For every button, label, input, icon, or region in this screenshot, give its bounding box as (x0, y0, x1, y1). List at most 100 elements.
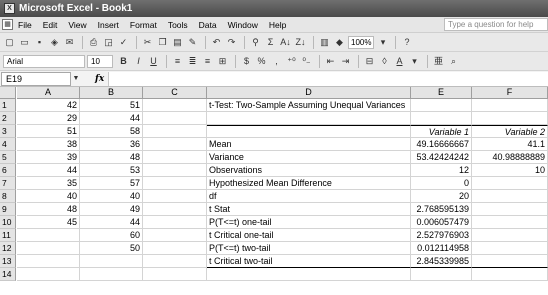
ask-question-input[interactable]: Type a question for help (444, 18, 548, 31)
row-header-12[interactable]: 12 (0, 242, 16, 255)
cell-f12[interactable] (472, 242, 548, 255)
formula-input[interactable] (108, 72, 548, 86)
cell-b5[interactable]: 48 (80, 151, 143, 164)
cell-c11[interactable] (143, 229, 207, 242)
autosum-icon[interactable]: Σ (264, 36, 277, 49)
cell-d9[interactable]: t Stat (207, 203, 411, 216)
cell-a1[interactable]: 42 (17, 99, 80, 112)
percent-button[interactable]: % (255, 55, 268, 68)
row-header-9[interactable]: 9 (0, 203, 16, 216)
cell-f13[interactable] (472, 255, 548, 268)
cell-d3[interactable] (207, 125, 411, 138)
comma-button[interactable]: , (270, 55, 283, 68)
print-preview-icon[interactable]: ◲ (102, 36, 115, 49)
save-icon[interactable]: ▪ (33, 36, 46, 49)
cell-f10[interactable] (472, 216, 548, 229)
row-header-8[interactable]: 8 (0, 190, 16, 203)
cell-c4[interactable] (143, 138, 207, 151)
paste-icon[interactable]: ▤ (171, 36, 184, 49)
cell-c10[interactable] (143, 216, 207, 229)
menu-edit[interactable]: Edit (43, 20, 58, 30)
function-icon[interactable]: fx (95, 74, 104, 84)
cell-f6[interactable]: 10 (472, 164, 548, 177)
menu-window[interactable]: Window (228, 20, 258, 30)
menu-data[interactable]: Data (199, 20, 217, 30)
row-header-1[interactable]: 1 (0, 99, 16, 112)
cell-c13[interactable] (143, 255, 207, 268)
cell-a9[interactable]: 48 (17, 203, 80, 216)
font-name-select[interactable]: Arial (3, 54, 85, 68)
bold-button[interactable]: B (117, 55, 130, 68)
cell-a8[interactable]: 40 (17, 190, 80, 203)
cell-a13[interactable] (17, 255, 80, 268)
align-left-icon[interactable]: ≡ (171, 55, 184, 68)
font-color-icon[interactable]: A (393, 55, 406, 68)
row-header-13[interactable]: 13 (0, 255, 16, 268)
cell-a4[interactable]: 38 (17, 138, 80, 151)
menu-insert[interactable]: Insert (98, 20, 119, 30)
cell-f7[interactable] (472, 177, 548, 190)
borders-icon[interactable]: ⊟ (363, 55, 376, 68)
chevron-down-icon[interactable]: ▼ (71, 75, 81, 82)
chevron-down-icon[interactable]: ▾ (376, 36, 389, 49)
cell-d7[interactable]: Hypothesized Mean Difference (207, 177, 411, 190)
cell-c12[interactable] (143, 242, 207, 255)
increase-decimal-icon[interactable]: ⁺⁰ (285, 55, 298, 68)
cell-d11[interactable]: t Critical one-tail (207, 229, 411, 242)
cell-b12[interactable]: 50 (80, 242, 143, 255)
align-right-icon[interactable]: ≡ (201, 55, 214, 68)
menu-file[interactable]: File (18, 20, 32, 30)
cell-b14[interactable] (80, 268, 143, 281)
cell-f1[interactable] (472, 99, 548, 112)
cell-e4[interactable]: 49.16666667 (411, 138, 472, 151)
row-header-4[interactable]: 4 (0, 138, 16, 151)
cell-c6[interactable] (143, 164, 207, 177)
cell-b10[interactable]: 44 (80, 216, 143, 229)
cell-c8[interactable] (143, 190, 207, 203)
cell-c14[interactable] (143, 268, 207, 281)
redo-icon[interactable]: ↷ (225, 36, 238, 49)
cell-f14[interactable] (472, 268, 548, 281)
open-icon[interactable]: ▭ (18, 36, 31, 49)
cell-b6[interactable]: 53 (80, 164, 143, 177)
cell-c3[interactable] (143, 125, 207, 138)
cell-b1[interactable]: 51 (80, 99, 143, 112)
cell-f8[interactable] (472, 190, 548, 203)
chevron-down-icon[interactable]: ▾ (408, 55, 421, 68)
format-painter-icon[interactable]: ✎ (186, 36, 199, 49)
cell-e10[interactable]: 0.006057479 (411, 216, 472, 229)
cell-a11[interactable] (17, 229, 80, 242)
cell-e11[interactable]: 2.527976903 (411, 229, 472, 242)
cell-e6[interactable]: 12 (411, 164, 472, 177)
cell-e9[interactable]: 2.768595139 (411, 203, 472, 216)
cell-e13[interactable]: 2.845339985 (411, 255, 472, 268)
menu-help[interactable]: Help (269, 20, 286, 30)
cell-d1[interactable]: t-Test: Two-Sample Assuming Unequal Vari… (207, 99, 411, 112)
decrease-indent-icon[interactable]: ⇤ (324, 55, 337, 68)
permission-icon[interactable]: ◈ (48, 36, 61, 49)
workbook-icon[interactable]: ▦ (2, 19, 13, 30)
drawing-icon[interactable]: ◆ (333, 36, 346, 49)
cell-a7[interactable]: 35 (17, 177, 80, 190)
column-header-a[interactable]: A (17, 87, 80, 99)
cell-d4[interactable]: Mean (207, 138, 411, 151)
cell-a12[interactable] (17, 242, 80, 255)
cell-f5[interactable]: 40.98888889 (472, 151, 548, 164)
cell-a6[interactable]: 44 (17, 164, 80, 177)
email-icon[interactable]: ✉ (63, 36, 76, 49)
cell-e1[interactable] (411, 99, 472, 112)
cell-e7[interactable]: 0 (411, 177, 472, 190)
cell-f2[interactable] (472, 112, 548, 125)
cell-a2[interactable]: 29 (17, 112, 80, 125)
row-header-10[interactable]: 10 (0, 216, 16, 229)
spelling-icon[interactable]: ✓ (117, 36, 130, 49)
cell-d2[interactable] (207, 112, 411, 125)
cell-a5[interactable]: 39 (17, 151, 80, 164)
chart-wizard-icon[interactable]: ▥ (318, 36, 331, 49)
row-header-3[interactable]: 3 (0, 125, 16, 138)
cell-d5[interactable]: Variance (207, 151, 411, 164)
fill-color-icon[interactable]: ◊ (378, 55, 391, 68)
cell-f3[interactable]: Variable 2 (472, 125, 548, 138)
cell-f11[interactable] (472, 229, 548, 242)
cell-c7[interactable] (143, 177, 207, 190)
